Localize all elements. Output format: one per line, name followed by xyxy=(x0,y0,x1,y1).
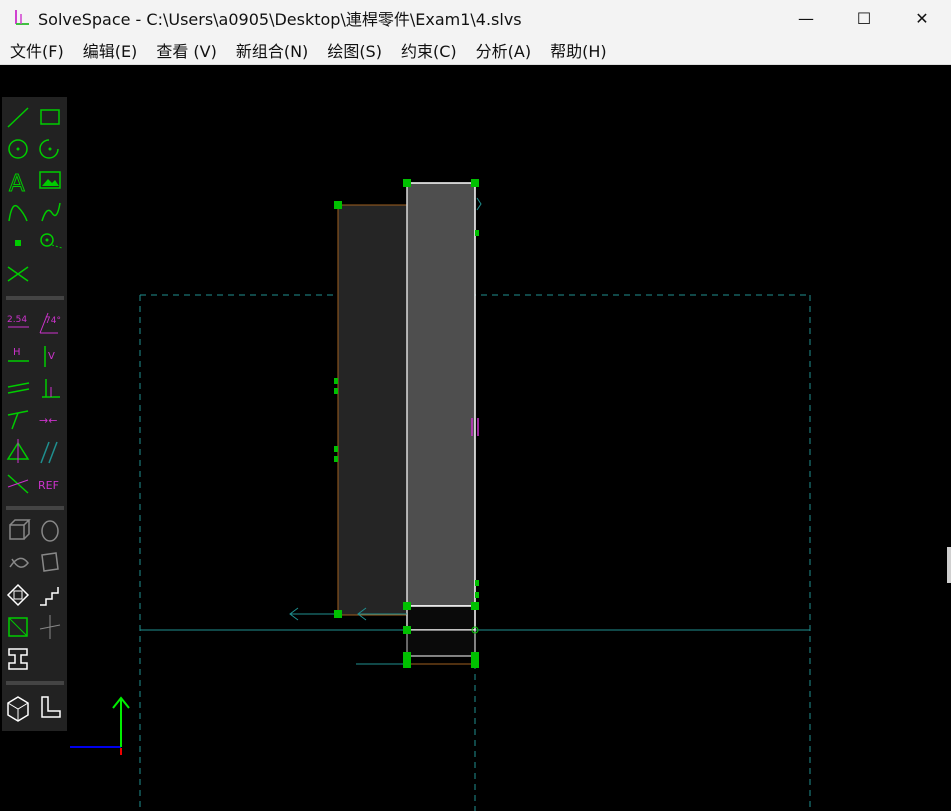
svg-text:REF: REF xyxy=(38,479,59,492)
arc-icon[interactable] xyxy=(39,139,59,159)
horizontal-constraint-icon[interactable]: H xyxy=(8,347,29,362)
point-on-line-icon[interactable] xyxy=(7,410,29,430)
solid-back-face[interactable] xyxy=(337,204,408,616)
direction-arrows xyxy=(289,607,407,665)
perpendicular-icon[interactable] xyxy=(42,379,60,398)
solid-front-face[interactable] xyxy=(406,182,476,607)
equal-length-icon[interactable] xyxy=(7,382,30,394)
rectangle-icon[interactable] xyxy=(40,109,60,125)
svg-text:74°: 74° xyxy=(45,316,61,326)
spline-icon[interactable] xyxy=(41,202,61,222)
distance-constraint-icon[interactable]: 2.54 xyxy=(7,315,29,328)
other-constraint-icon[interactable] xyxy=(7,474,29,494)
sketch-toolbar: A 2.54 74° H V →← REF xyxy=(2,97,67,731)
svg-text:→←: →← xyxy=(39,414,57,427)
window-controls: — ☐ ✕ xyxy=(777,0,951,36)
assemble-icon[interactable] xyxy=(8,648,28,670)
tangent-arc-icon[interactable] xyxy=(8,204,28,222)
minimize-button[interactable]: — xyxy=(777,0,835,36)
menu-help[interactable]: 帮助(H) xyxy=(540,38,616,62)
solvespace-app-icon xyxy=(15,10,29,25)
workplane-icon[interactable] xyxy=(39,615,61,639)
menu-bar: 文件(F) 编辑(E) 查看 (V) 新组合(N) 绘图(S) 约束(C) 分析… xyxy=(0,36,951,65)
svg-text:V: V xyxy=(48,351,55,362)
split-curves-icon[interactable] xyxy=(7,266,29,282)
toolbar-separator xyxy=(6,506,64,510)
solid-lower-face[interactable] xyxy=(406,605,476,631)
svg-text:H: H xyxy=(13,347,21,358)
step-translate-icon[interactable] xyxy=(40,587,59,606)
angle-constraint-icon[interactable]: 74° xyxy=(39,312,61,334)
toolbar-separator xyxy=(6,681,64,685)
section-view-icon[interactable] xyxy=(41,696,61,718)
sketch-view[interactable] xyxy=(0,65,951,811)
extrude-icon[interactable] xyxy=(9,519,31,540)
reference-icon[interactable]: REF xyxy=(38,479,59,492)
coincident-icon[interactable]: →← xyxy=(39,414,57,427)
axis-triad xyxy=(70,696,130,755)
datum-point-icon[interactable] xyxy=(15,240,21,246)
small-arrow-marker xyxy=(476,197,482,211)
menu-new-group[interactable]: 新组合(N) xyxy=(226,38,317,62)
menu-file[interactable]: 文件(F) xyxy=(0,38,73,62)
step-rotate-icon[interactable] xyxy=(6,583,30,607)
nearest-isometric-icon[interactable] xyxy=(8,617,28,637)
symmetric-icon[interactable] xyxy=(6,439,30,463)
title-bar: SolveSpace - C:\Users\a0905\Desktop\連桿零件… xyxy=(0,0,951,36)
maximize-button[interactable]: ☐ xyxy=(835,0,893,36)
svg-text:2.54: 2.54 xyxy=(7,315,27,325)
toolbar-separator xyxy=(6,296,64,300)
solid-bottom-face[interactable] xyxy=(406,629,476,657)
workplane-point-icon[interactable] xyxy=(40,233,63,249)
helix-icon[interactable] xyxy=(9,557,29,568)
view-3d-icon[interactable] xyxy=(7,696,29,722)
parallel-icon[interactable] xyxy=(40,441,58,464)
menu-edit[interactable]: 编辑(E) xyxy=(73,38,147,62)
vertical-constraint-icon[interactable]: V xyxy=(44,346,55,367)
lathe-icon[interactable] xyxy=(41,520,59,542)
close-button[interactable]: ✕ xyxy=(893,0,951,36)
graphics-canvas[interactable] xyxy=(0,65,951,811)
menu-analyze[interactable]: 分析(A) xyxy=(466,38,540,62)
circle-icon[interactable] xyxy=(8,139,28,159)
window-title: SolveSpace - C:\Users\a0905\Desktop\連桿零件… xyxy=(38,10,522,29)
menu-sketch[interactable]: 绘图(S) xyxy=(317,38,391,62)
menu-constrain[interactable]: 约束(C) xyxy=(391,38,466,62)
text-icon[interactable]: A xyxy=(9,171,26,198)
image-icon[interactable] xyxy=(39,171,61,189)
line-segment-icon[interactable] xyxy=(7,107,29,128)
svg-text:A: A xyxy=(9,171,25,197)
toolbar-icons: A 2.54 74° H V →← REF xyxy=(6,107,64,722)
revolve-icon[interactable] xyxy=(41,552,59,572)
scrollbar-thumb[interactable] xyxy=(947,547,951,583)
menu-view[interactable]: 查看 (V) xyxy=(146,38,226,62)
